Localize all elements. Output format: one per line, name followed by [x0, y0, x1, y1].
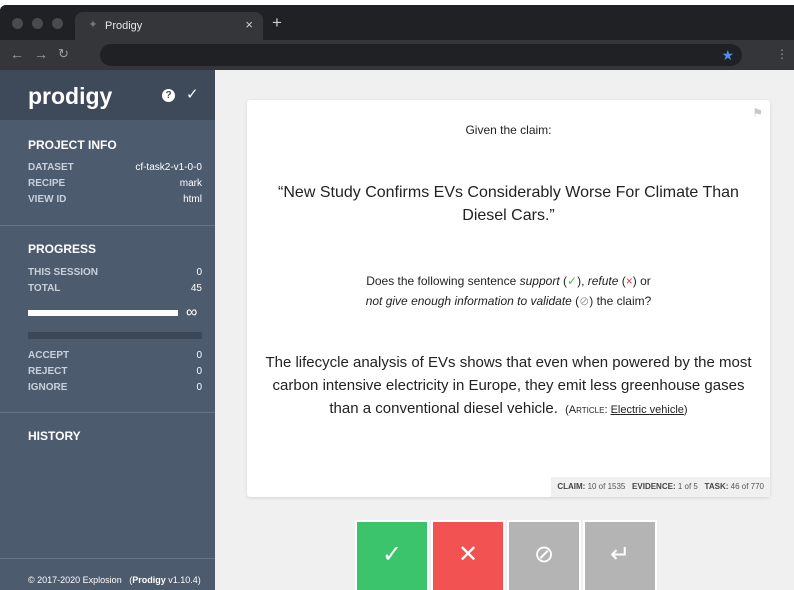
progress-label: THIS SESSION: [28, 267, 99, 278]
sidebar: prodigy ? ✓ PROJECT INFO DATASET cf-task…: [0, 70, 215, 590]
browser-window: ✦ Prodigy × + ← → ↻ ★ ⋮ prodigy ? ✓ PROJ…: [0, 5, 794, 590]
not-enough-info-icon: ⊘: [579, 294, 590, 308]
info-row-dataset: DATASET cf-task2-v1-0-0: [28, 161, 202, 175]
sidebar-header: prodigy ? ✓: [0, 70, 215, 120]
refute-word: refute: [587, 274, 619, 288]
task-question: Does the following sentence support (✓),…: [365, 274, 652, 308]
count-row-ignore: IGNORE 0: [28, 381, 202, 395]
main-content: ⚑ Given the claim: “New Study Confirms E…: [215, 70, 794, 590]
progress-row-total: TOTAL 45: [28, 282, 202, 296]
app-name: Prodigy: [132, 575, 166, 585]
refute-cross-icon: ×: [625, 274, 633, 288]
sidebar-divider: [0, 412, 215, 413]
claim-text: “New Study Confirms EVs Considerably Wor…: [278, 184, 739, 224]
count-value: 0: [196, 382, 202, 393]
info-value: html: [183, 194, 202, 205]
reject-button[interactable]: ✕: [431, 520, 505, 590]
copyright-footer: © 2017-2020 Explosion (Prodigy v1.10.4): [28, 575, 201, 585]
question-text: Does the following sentence: [366, 274, 520, 288]
count-row-accept: ACCEPT 0: [28, 349, 202, 363]
sidebar-divider: [0, 558, 215, 559]
project-info-title: PROJECT INFO: [28, 138, 117, 152]
close-window-icon[interactable]: [12, 18, 23, 29]
browser-tab[interactable]: ✦ Prodigy ×: [75, 12, 263, 40]
info-label: VIEW ID: [28, 194, 67, 205]
count-value: 0: [196, 350, 202, 361]
support-word: support: [519, 274, 560, 288]
progress-title: PROGRESS: [28, 242, 97, 256]
favicon-icon: ✦: [88, 19, 98, 31]
ignore-icon: ⊘: [533, 541, 555, 568]
action-buttons: ✓ ✕ ⊘ ↵: [355, 520, 663, 590]
task-meta: CLAIM: 10 of 1535 EVIDENCE: 1 of 5 TASK:…: [551, 477, 770, 497]
task-label: TASK:: [704, 482, 729, 491]
evidence-label: EVIDENCE:: [632, 482, 676, 491]
session-progress-bar: [28, 310, 178, 316]
article-label: Article:: [568, 404, 608, 416]
tab-title: Prodigy: [105, 20, 143, 32]
accept-button[interactable]: ✓: [355, 520, 429, 590]
reload-icon[interactable]: ↻: [58, 46, 69, 62]
undo-button[interactable]: ↵: [583, 520, 657, 590]
info-value: cf-task2-v1-0-0: [135, 162, 202, 173]
count-row-reject: REJECT 0: [28, 365, 202, 379]
new-tab-icon[interactable]: +: [272, 14, 282, 32]
claim-label: CLAIM:: [557, 482, 586, 491]
count-label: REJECT: [28, 366, 68, 377]
evidence-sentence: The lifecycle analysis of EVs shows that…: [261, 351, 756, 422]
not-enough-info-text: not give enough information to validate: [365, 294, 572, 308]
info-value: mark: [179, 178, 202, 189]
app-version: v1.10.4: [168, 575, 198, 585]
article-link[interactable]: Electric vehicle: [611, 404, 684, 416]
info-row-recipe: RECIPE mark: [28, 177, 202, 191]
question-text: ,: [581, 274, 588, 288]
maximize-window-icon[interactable]: [52, 18, 63, 29]
browser-menu-icon[interactable]: ⋮: [776, 45, 788, 63]
star-icon[interactable]: ★: [721, 46, 734, 64]
infinity-icon: ∞: [186, 304, 198, 321]
evidence-count: 1 of 5: [677, 482, 698, 491]
browser-toolbar: ← → ↻ ★ ⋮: [0, 40, 794, 70]
flag-icon[interactable]: ⚑: [752, 106, 763, 120]
forward-icon[interactable]: →: [34, 46, 48, 62]
progress-label: TOTAL: [28, 283, 61, 294]
sidebar-divider: [0, 225, 215, 226]
claim-count: 10 of 1535: [587, 482, 626, 491]
task-prompt: Given the claim:: [465, 123, 552, 137]
progress-value: 45: [190, 283, 202, 294]
check-icon: ✓: [381, 541, 403, 568]
save-check-icon[interactable]: ✓: [186, 87, 199, 103]
article-reference: (Article: Electric vehicle): [562, 404, 688, 416]
tab-bar: ✦ Prodigy × +: [0, 5, 794, 40]
total-progress-bar: [28, 332, 202, 339]
ignore-button[interactable]: ⊘: [507, 520, 581, 590]
support-check-icon: ✓: [567, 274, 578, 288]
minimize-window-icon[interactable]: [32, 18, 43, 29]
info-row-view-id: VIEW ID html: [28, 193, 202, 207]
close-icon: ✕: [457, 541, 479, 568]
info-label: RECIPE: [28, 178, 66, 189]
back-icon[interactable]: ←: [10, 46, 24, 62]
history-title[interactable]: HISTORY: [28, 429, 81, 443]
task-count: 46 of 770: [730, 482, 764, 491]
progress-value: 0: [196, 267, 202, 278]
address-bar[interactable]: ★: [100, 44, 742, 66]
task-card: ⚑ Given the claim: “New Study Confirms E…: [247, 100, 770, 497]
count-value: 0: [196, 366, 202, 377]
copyright-text: © 2017-2020 Explosion: [28, 575, 122, 585]
prodigy-logo: prodigy: [28, 83, 113, 109]
question-text: or: [636, 274, 651, 288]
info-label: DATASET: [28, 162, 74, 173]
count-label: IGNORE: [28, 382, 68, 393]
undo-icon: ↵: [609, 541, 631, 568]
help-icon[interactable]: ?: [162, 89, 175, 102]
progress-row-session: THIS SESSION 0: [28, 266, 202, 280]
tab-close-icon[interactable]: ×: [245, 17, 253, 33]
question-text: the claim?: [593, 294, 652, 308]
count-label: ACCEPT: [28, 350, 70, 361]
